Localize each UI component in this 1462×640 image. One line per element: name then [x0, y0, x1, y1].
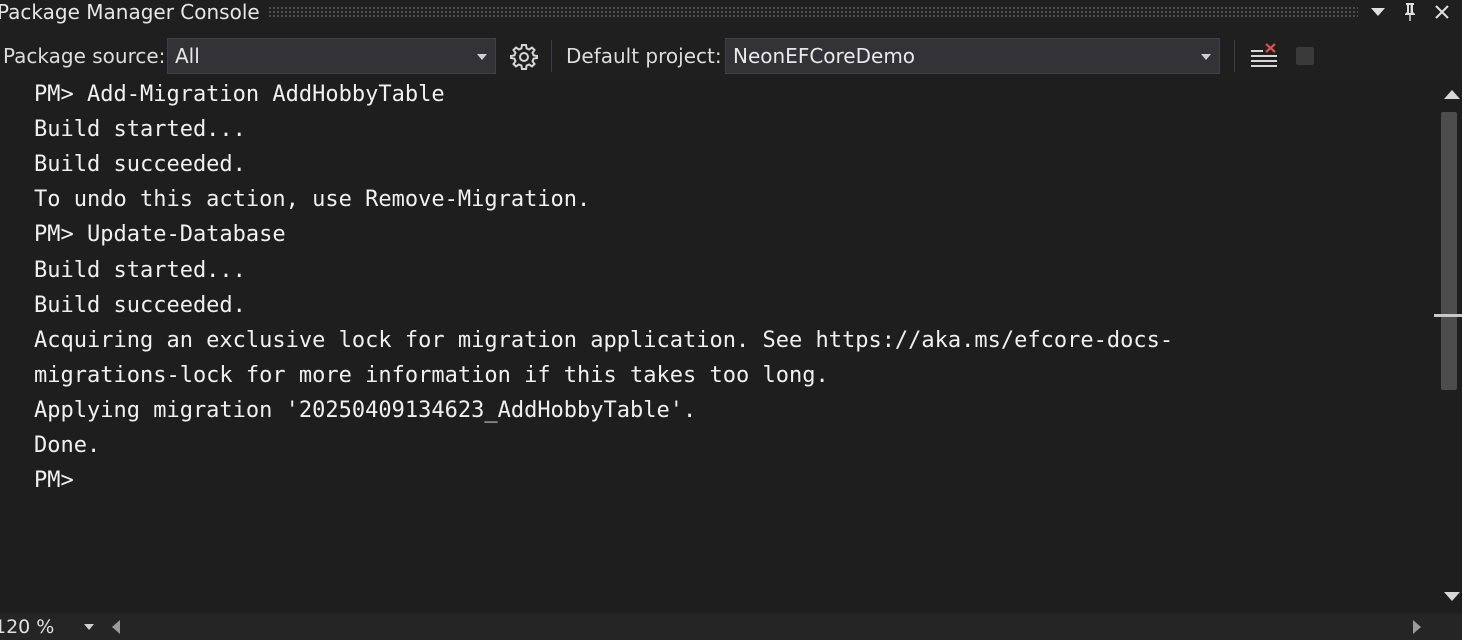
drag-grip[interactable]: [268, 6, 1358, 17]
close-icon[interactable]: [1426, 0, 1458, 24]
toolbar: Package source: All Default project: Neo…: [0, 34, 1462, 78]
default-project-value: NeonEFCoreDemo: [733, 44, 916, 68]
package-source-value: All: [175, 44, 200, 68]
package-source-label: Package source:: [3, 44, 166, 68]
console-output[interactable]: PM> Add-Migration AddHobbyTable Build st…: [0, 80, 1436, 613]
toolbar-separator: [551, 40, 552, 72]
console-line: migrations-lock for more information if …: [34, 363, 829, 388]
chevron-down-icon: [477, 54, 487, 60]
vertical-scrollbar[interactable]: [1434, 80, 1462, 613]
window-menu-dropdown-icon[interactable]: [1362, 0, 1394, 24]
console-line: PM> Add-Migration AddHobbyTable: [34, 82, 445, 107]
console-line: Build started...: [34, 117, 246, 142]
chevron-down-icon[interactable]: [84, 624, 94, 630]
title-bar: Package Manager Console: [0, 0, 1462, 24]
console-line: To undo this action, use Remove-Migratio…: [34, 187, 591, 212]
scroll-down-icon[interactable]: [1444, 592, 1460, 601]
window-title: Package Manager Console: [0, 0, 260, 24]
zoom-dropdown[interactable]: 120 %: [0, 613, 54, 640]
scrollbar-thumb[interactable]: [1441, 112, 1457, 390]
console-line: Done.: [34, 433, 101, 458]
chevron-down-icon: [1201, 54, 1211, 60]
zoom-value: 120 %: [0, 615, 55, 638]
default-project-dropdown[interactable]: NeonEFCoreDemo: [725, 38, 1220, 74]
console-prompt[interactable]: PM>: [34, 463, 74, 498]
console-line: Build started...: [34, 258, 246, 283]
scroll-left-icon[interactable]: [112, 620, 120, 634]
scroll-position-marker: [1434, 314, 1462, 317]
package-source-dropdown[interactable]: All: [167, 38, 496, 74]
window-buttons: [1362, 0, 1458, 24]
gear-icon[interactable]: [509, 42, 539, 72]
console-line: Applying migration '20250409134623_AddHo…: [34, 398, 697, 423]
console-line: Build succeeded.: [34, 152, 246, 177]
horizontal-scrollbar[interactable]: [128, 613, 1408, 640]
console-line: Build succeeded.: [34, 293, 246, 318]
bottom-bar: 120 %: [0, 613, 1462, 640]
clear-console-icon[interactable]: [1249, 42, 1279, 72]
scroll-up-icon[interactable]: [1444, 90, 1460, 99]
default-project-label: Default project:: [566, 44, 722, 68]
console-line: Acquiring an exclusive lock for migratio…: [34, 328, 1174, 353]
pin-icon[interactable]: [1394, 0, 1426, 24]
stop-icon[interactable]: [1296, 47, 1314, 65]
console-line: PM> Update-Database: [34, 222, 286, 247]
toolbar-separator: [1234, 40, 1235, 72]
scroll-right-icon[interactable]: [1413, 620, 1421, 634]
